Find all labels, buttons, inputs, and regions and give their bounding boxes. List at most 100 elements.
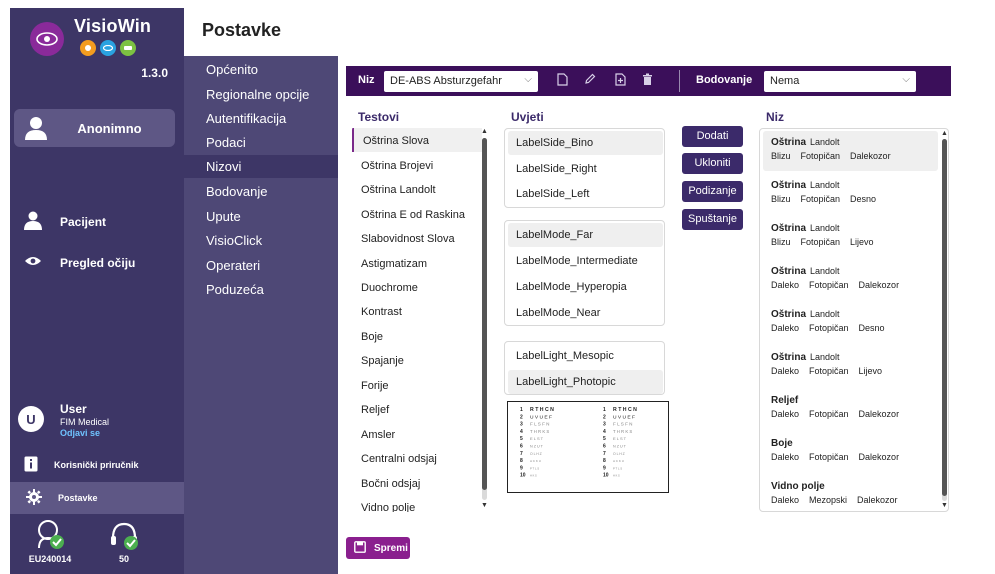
sidebar-link-manual[interactable]: Korisnički priručnik [24,456,139,474]
test-item[interactable]: Oštrina Landolt [352,177,482,201]
series-select[interactable]: DE-ABS Absturzgefahr ⌵ [384,71,538,92]
save-button-label: Spremi [374,542,408,554]
nav-item-instructions[interactable]: Upute [206,209,241,224]
move-down-button[interactable]: Spuštanje [682,209,743,230]
condition-item[interactable]: LabelMode_Near [508,301,663,325]
series-item[interactable]: Oštrina Landolt Daleko Fotopičan Desno [763,303,938,343]
sidebar-link-patient[interactable]: Pacijent [24,210,106,233]
device-item[interactable]: EU240014 [28,518,72,564]
trash-icon[interactable] [640,73,654,89]
nav-item-scoring[interactable]: Bodovanje [206,184,267,199]
move-up-button[interactable]: Podizanje [682,181,743,202]
test-item[interactable]: Vidno polje [352,495,482,512]
logout-link[interactable]: Odjavi se [60,428,100,438]
test-item[interactable]: Bočni odsjaj [352,471,482,495]
condition-item[interactable]: LabelMode_Far [508,223,663,247]
scroll-down-icon[interactable]: ▼ [481,502,488,509]
test-item[interactable]: Astigmatizam [352,251,482,275]
duplicate-icon[interactable] [613,73,627,89]
series-item-subtype: Landolt [810,180,840,190]
tests-list[interactable]: Oštrina Slova Oštrina Brojevi Oštrina La… [352,126,489,512]
remove-button[interactable]: Ukloniti [682,153,743,174]
series-scrollbar-thumb[interactable] [942,139,947,496]
chart-row-letters: F L S F N [530,422,549,427]
test-item[interactable]: Reljef [352,397,482,421]
series-item-tags: Daleko Mezopski Dalekozor [771,495,938,505]
chart-row-letters: A C K U [530,459,541,463]
series-item-tags: Blizu Fotopičan Dalekozor [771,151,938,161]
condition-item[interactable]: LabelLight_Photopic [508,370,663,394]
test-item[interactable]: Oštrina Slova [352,128,482,152]
save-button[interactable]: Spremi [346,537,410,559]
series-item[interactable]: Oštrina Landolt Blizu Fotopičan Dalekozor [763,131,938,171]
device-item[interactable]: 50 [102,518,146,564]
test-item[interactable]: Duochrome [352,275,482,299]
series-item[interactable]: Boje Daleko Fotopičan Dalekozor [763,432,938,472]
test-item[interactable]: Spajanje [352,348,482,372]
chart-row-letters: A C K U [613,459,624,463]
condition-item[interactable]: LabelMode_Hyperopia [508,275,663,299]
series-item[interactable]: Oštrina Landolt Daleko Fotopičan Lijevo [763,346,938,386]
series-item-tag: Fotopičan [809,366,849,376]
conditions-column-title: Uvjeti [511,110,544,124]
device-label: EU240014 [28,554,72,564]
conditions-side-group: LabelSide_Bino LabelSide_Right LabelSide… [504,128,665,208]
chart-row-number: 10 [603,473,609,479]
test-item[interactable]: Forije [352,373,482,397]
test-item[interactable]: Kontrast [352,299,482,323]
series-item-tags: Daleko Fotopičan Dalekozor [771,409,938,419]
nav-item-authentication[interactable]: Autentifikacija [206,111,286,126]
chart-row-number: 1 [603,407,606,413]
sidebar-link-settings[interactable]: Postavke [10,482,184,514]
series-item[interactable]: Oštrina Landolt Blizu Fotopičan Desno [763,174,938,214]
nav-item-data[interactable]: Podaci [206,135,246,150]
series-item[interactable]: Oštrina Landolt Daleko Fotopičan Dalekozor [763,260,938,300]
series-item-title: Oštrina Landolt [771,180,938,191]
nav-item-companies[interactable]: Poduzeća [206,282,264,297]
conditions-mode-group: LabelMode_Far LabelMode_Intermediate Lab… [504,220,665,326]
user-name: User [60,402,87,416]
near-vision-icon [80,40,96,56]
nav-item-operators[interactable]: Operateri [206,258,260,273]
series-item-tag: Daleko [771,495,800,505]
series-item-title: Oštrina Landolt [771,137,938,148]
test-item[interactable]: Oštrina E od Raskina [352,202,482,226]
series-item[interactable]: Reljef Daleko Fotopičan Dalekozor [763,389,938,429]
test-item[interactable]: Slabovidnost Slova [352,226,482,250]
series-item-subtype: Landolt [810,266,840,276]
test-item[interactable]: Amsler [352,422,482,446]
series-item-tag: Dalekozor [858,409,900,419]
series-item[interactable]: Oštrina Landolt Blizu Fotopičan Lijevo [763,217,938,257]
condition-item[interactable]: LabelLight_Mesopic [508,344,663,368]
scoring-select[interactable]: Nema ⌵ [764,71,916,92]
scroll-down-icon[interactable]: ▼ [941,502,948,509]
nav-item-series[interactable]: Nizovi [206,159,241,174]
nav-item-visioclick[interactable]: VisioClick [206,233,262,248]
chart-row-number: 5 [520,436,523,442]
chart-row-number: 6 [520,444,523,450]
series-list[interactable]: Oštrina Landolt Blizu Fotopičan Dalekozor Ošt… [759,128,949,512]
condition-item[interactable]: LabelSide_Bino [508,131,663,155]
current-user-card[interactable]: Anonimno [14,109,175,147]
new-file-icon[interactable] [555,73,569,89]
series-item-title: Vidno polje [771,481,938,492]
scroll-up-icon[interactable]: ▲ [941,130,948,137]
test-item[interactable]: Boje [352,324,482,348]
nav-item-regional[interactable]: Regionalne opcije [206,87,309,102]
device-head-icon [33,520,67,554]
chart-row-number: 9 [603,465,606,471]
edit-icon[interactable] [583,73,597,89]
test-item[interactable]: Centralni odsjaj [352,446,482,470]
sidebar-link-eye-exam[interactable]: Pregled očiju [24,255,135,270]
tests-scrollbar-thumb[interactable] [482,138,487,490]
test-item[interactable]: Oštrina Brojevi [352,153,482,177]
nav-item-general[interactable]: Općenito [206,62,258,77]
series-item-test: Oštrina [771,309,807,320]
scroll-up-icon[interactable]: ▲ [481,128,488,135]
chart-row-letters: H K S [530,474,537,478]
condition-item[interactable]: LabelSide_Right [508,157,663,181]
condition-item[interactable]: LabelSide_Left [508,182,663,206]
add-button[interactable]: Dodati [682,126,743,147]
series-item[interactable]: Vidno polje Daleko Mezopski Dalekozor [763,475,938,511]
condition-item[interactable]: LabelMode_Intermediate [508,249,663,273]
